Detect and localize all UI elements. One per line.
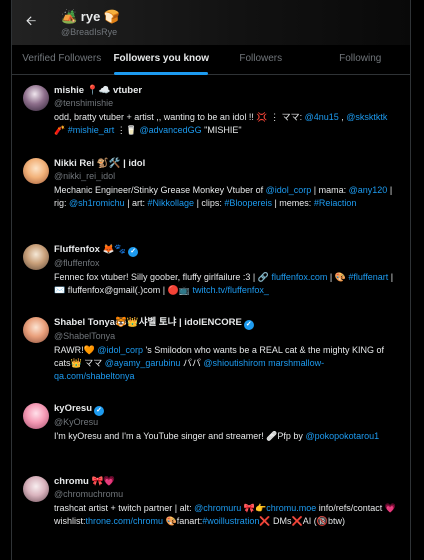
bio-link[interactable]: @chromuru — [194, 503, 241, 513]
user-cell[interactable]: Nikki Rei 🐒🛠️ | idol @nikki_rei_idol Mec… — [12, 157, 410, 243]
tab-followers[interactable]: Followers — [211, 45, 311, 74]
bio-link[interactable]: @advancedGG — [139, 125, 201, 135]
bio-text: パパ — [180, 358, 204, 368]
bio-link[interactable]: twitch.tv/fluffenfox_ — [192, 285, 268, 295]
avatar[interactable] — [23, 476, 49, 502]
bio-text: ❌ DMs❌AI (🔞btw) — [259, 516, 345, 526]
bio-text: "MISHIE" — [201, 125, 242, 135]
user-name-line[interactable]: Shabel Tonya🐯👑샤벨 토냐 | idolENCORE ✓ — [54, 316, 398, 330]
user-cell[interactable]: chromu 🎀💗 @chromuchromu trashcat artist … — [12, 475, 410, 560]
bio-link[interactable]: #mishie_art — [68, 125, 115, 135]
verified-badge-icon: ✓ — [94, 406, 105, 416]
user-name[interactable]: mishie 📍☁️ vtuber — [54, 84, 398, 97]
bio-link[interactable]: @pokopokotarou1 — [305, 431, 379, 441]
bio-text: | art: — [124, 198, 148, 208]
bio-text: | memes: — [271, 198, 314, 208]
user-handle: @nikki_rei_idol — [54, 171, 116, 181]
bio-link[interactable]: @sksktktk — [346, 112, 387, 122]
bio-text: ⋮🥛 — [114, 125, 140, 135]
bio-text: odd, bratty vtuber + artist ,, wanting t… — [54, 112, 305, 122]
bio-link[interactable]: throne.com/chromu — [86, 516, 164, 526]
back-button[interactable] — [20, 10, 42, 32]
bio-text: 🧨 — [54, 125, 68, 135]
user-list: mishie 📍☁️ vtuber @tenshimishie odd, bra… — [12, 75, 410, 560]
bio-link[interactable]: @4nu15 — [305, 112, 339, 122]
verified-badge-icon: ✓ — [243, 320, 254, 330]
arrow-left-icon — [26, 16, 36, 26]
user-name-line[interactable]: Fluffenfox 🦊🐾 ✓ — [54, 243, 398, 257]
user-handle: @ShabelTonya — [54, 331, 116, 341]
bio-link[interactable]: #Bloopereis — [224, 198, 272, 208]
bio-text: trashcat artist + twitch partner | alt: — [54, 503, 195, 513]
user-name[interactable]: Fluffenfox 🦊🐾 — [54, 244, 126, 255]
bio-link[interactable]: @idol_corp — [266, 185, 312, 195]
bio-link[interactable]: @idol_corp — [97, 345, 143, 355]
bio-link[interactable]: @sh1romichu — [69, 198, 125, 208]
avatar[interactable] — [23, 85, 49, 111]
user-name[interactable]: Nikki Rei 🐒🛠️ | idol — [54, 157, 398, 170]
user-bio: I'm kyOresu and I'm a YouTube singer and… — [54, 430, 398, 443]
bio-text: I'm kyOresu and I'm a YouTube singer and… — [54, 431, 306, 441]
user-bio: Mechanic Engineer/Stinky Grease Monkey V… — [54, 184, 398, 210]
followers-tabs: Verified Followers Followers you know Fo… — [12, 45, 410, 75]
user-name[interactable]: kyOresu — [54, 403, 92, 414]
user-name-line[interactable]: kyOresu ✓ — [54, 402, 398, 416]
user-cell[interactable]: mishie 📍☁️ vtuber @tenshimishie odd, bra… — [12, 84, 410, 157]
bio-text: | mama: — [311, 185, 349, 195]
user-cell[interactable]: Shabel Tonya🐯👑샤벨 토냐 | idolENCORE ✓ @Shabe… — [12, 316, 410, 402]
bio-text: 🎨fanart: — [163, 516, 203, 526]
bio-text: Fennec fox vtuber! Silly goober, fluffy … — [54, 272, 272, 282]
user-bio: odd, bratty vtuber + artist ,, wanting t… — [54, 111, 398, 137]
followers-page: 🏕️ rye 🍞 @BreadIsRye Verified Followers … — [11, 0, 411, 560]
profile-name: 🏕️ rye 🍞 — [61, 9, 121, 24]
bio-text: RAWR!🧡 — [54, 345, 98, 355]
tab-followers-you-know[interactable]: Followers you know — [112, 45, 212, 75]
bio-link[interactable]: #woillustration — [202, 516, 259, 526]
user-bio: RAWR!🧡 @idol_corp 's Smilodon who wants … — [54, 344, 398, 383]
user-handle: @fluffenfox — [54, 258, 100, 268]
user-handle: @tenshimishie — [54, 98, 114, 108]
user-bio: Fennec fox vtuber! Silly goober, fluffy … — [54, 271, 398, 297]
bio-text: | 🎨 — [327, 272, 349, 282]
user-handle: @chromuchromu — [54, 489, 124, 499]
header-profile-info: 🏕️ rye 🍞 @BreadIsRye — [61, 9, 120, 37]
verified-badge-icon: ✓ — [128, 247, 139, 257]
bio-link[interactable]: chromu.moe — [266, 503, 316, 513]
bio-link[interactable]: #fluffenart — [348, 272, 388, 282]
tab-following[interactable]: Following — [311, 45, 411, 74]
bio-link[interactable]: fluffenfox.com — [271, 272, 327, 282]
avatar[interactable] — [23, 158, 49, 184]
bio-text: Mechanic Engineer/Stinky Grease Monkey V… — [54, 185, 266, 195]
user-handle: @KyOresu — [54, 417, 99, 427]
tab-verified-followers[interactable]: Verified Followers — [12, 45, 112, 74]
bio-link[interactable]: @ayamy_garubinu — [105, 358, 181, 368]
avatar[interactable] — [23, 317, 49, 343]
bio-text: | clips: — [194, 198, 225, 208]
avatar[interactable] — [23, 403, 49, 429]
user-cell[interactable]: Fluffenfox 🦊🐾 ✓ @fluffenfox Fennec fox vt… — [12, 243, 410, 316]
user-name[interactable]: Shabel Tonya🐯👑샤벨 토냐 | idolENCORE — [54, 317, 242, 328]
user-name[interactable]: chromu 🎀💗 — [54, 475, 398, 488]
avatar[interactable] — [23, 244, 49, 270]
user-bio: trashcat artist + twitch partner | alt: … — [54, 502, 398, 528]
bio-link[interactable]: @shioutishirom — [203, 358, 265, 368]
page-header: 🏕️ rye 🍞 @BreadIsRye — [12, 0, 410, 45]
user-cell[interactable]: kyOresu ✓ @KyOresu I'm kyOresu and I'm a … — [12, 402, 410, 475]
bio-link[interactable]: #Nikkollage — [148, 198, 195, 208]
bio-link[interactable]: @any120 — [349, 185, 388, 195]
bio-link[interactable]: #Reiaction — [314, 198, 357, 208]
profile-handle: @BreadIsRye — [61, 27, 118, 37]
bio-text: 🎀👉 — [241, 503, 267, 513]
